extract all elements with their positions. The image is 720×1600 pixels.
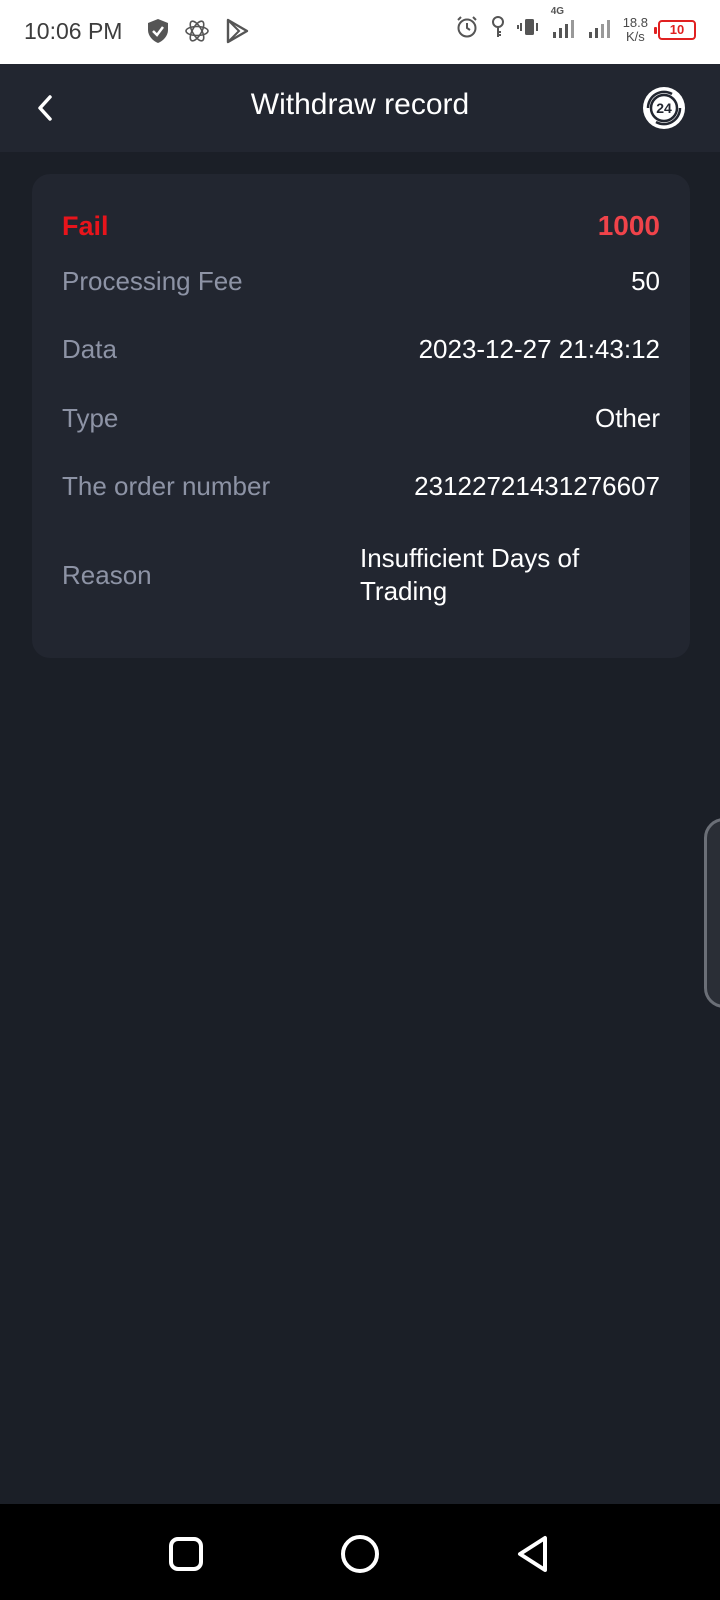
record-status-row: Fail 1000 [62, 210, 660, 242]
reason-label: Reason [62, 559, 152, 590]
processing-fee-value: 50 [631, 266, 660, 296]
status-notification-icons [146, 18, 250, 49]
support-icon-text: 24 [656, 100, 672, 116]
date-value: 2023-12-27 21:43:12 [418, 334, 660, 364]
status-bar: 10:06 PM 4G 18.8 K/s 10 [0, 0, 720, 64]
processing-fee-label: Processing Fee [62, 266, 243, 296]
reason-value: Insufficient Days of Trading [360, 543, 580, 606]
type-value: Other [594, 403, 660, 433]
customer-service-button[interactable]: 24 [642, 86, 686, 130]
battery-indicator: 10 [654, 19, 696, 40]
vibrate-icon [516, 15, 541, 44]
back-nav-button[interactable] [512, 1532, 556, 1576]
support-24h-icon: 24 [643, 87, 685, 129]
type-row: Type Other [62, 403, 660, 434]
alarm-icon [455, 15, 479, 44]
atom-icon [184, 18, 210, 49]
home-button[interactable] [338, 1532, 382, 1576]
processing-fee-row: Processing Fee 50 [62, 266, 660, 297]
status-time: 10:06 PM [24, 18, 123, 44]
order-number-label: The order number [62, 471, 271, 501]
net-speed: 18.8 K/s [622, 14, 648, 44]
net-speed-value: 18.8 [622, 14, 648, 30]
date-label: Data [62, 334, 117, 364]
status-system-icons: 4G 18.8 K/s 10 [455, 6, 696, 45]
status-badge: Fail [62, 210, 109, 241]
play-store-icon [224, 18, 250, 49]
net-speed-unit: K/s [625, 28, 645, 44]
recents-button[interactable] [164, 1532, 208, 1576]
network-type-label: 4G [550, 6, 565, 17]
triangle-back-icon [518, 1536, 547, 1572]
app-header: Withdraw record 24 [0, 64, 720, 152]
square-icon [169, 1537, 203, 1571]
edge-panel-handle[interactable] [704, 818, 720, 1008]
system-nav-bar [0, 1504, 720, 1600]
type-label: Type [62, 403, 119, 433]
withdraw-record-card: Fail 1000 Processing Fee 50 Data 2023-12… [32, 174, 690, 658]
withdraw-amount: 1000 [597, 210, 660, 241]
circle-icon [341, 1535, 379, 1573]
order-number-value: 23122721431276607 [414, 471, 660, 501]
order-number-row: The order number 23122721431276607 [62, 471, 660, 502]
signal-4g-icon: 4G [551, 6, 577, 45]
key-icon [489, 15, 507, 44]
date-row: Data 2023-12-27 21:43:12 [62, 334, 660, 365]
reason-row: Reason Insufficient Days of Trading [62, 542, 660, 608]
shield-icon [146, 18, 170, 49]
page-title: Withdraw record [250, 88, 470, 121]
signal-icon [587, 14, 613, 45]
